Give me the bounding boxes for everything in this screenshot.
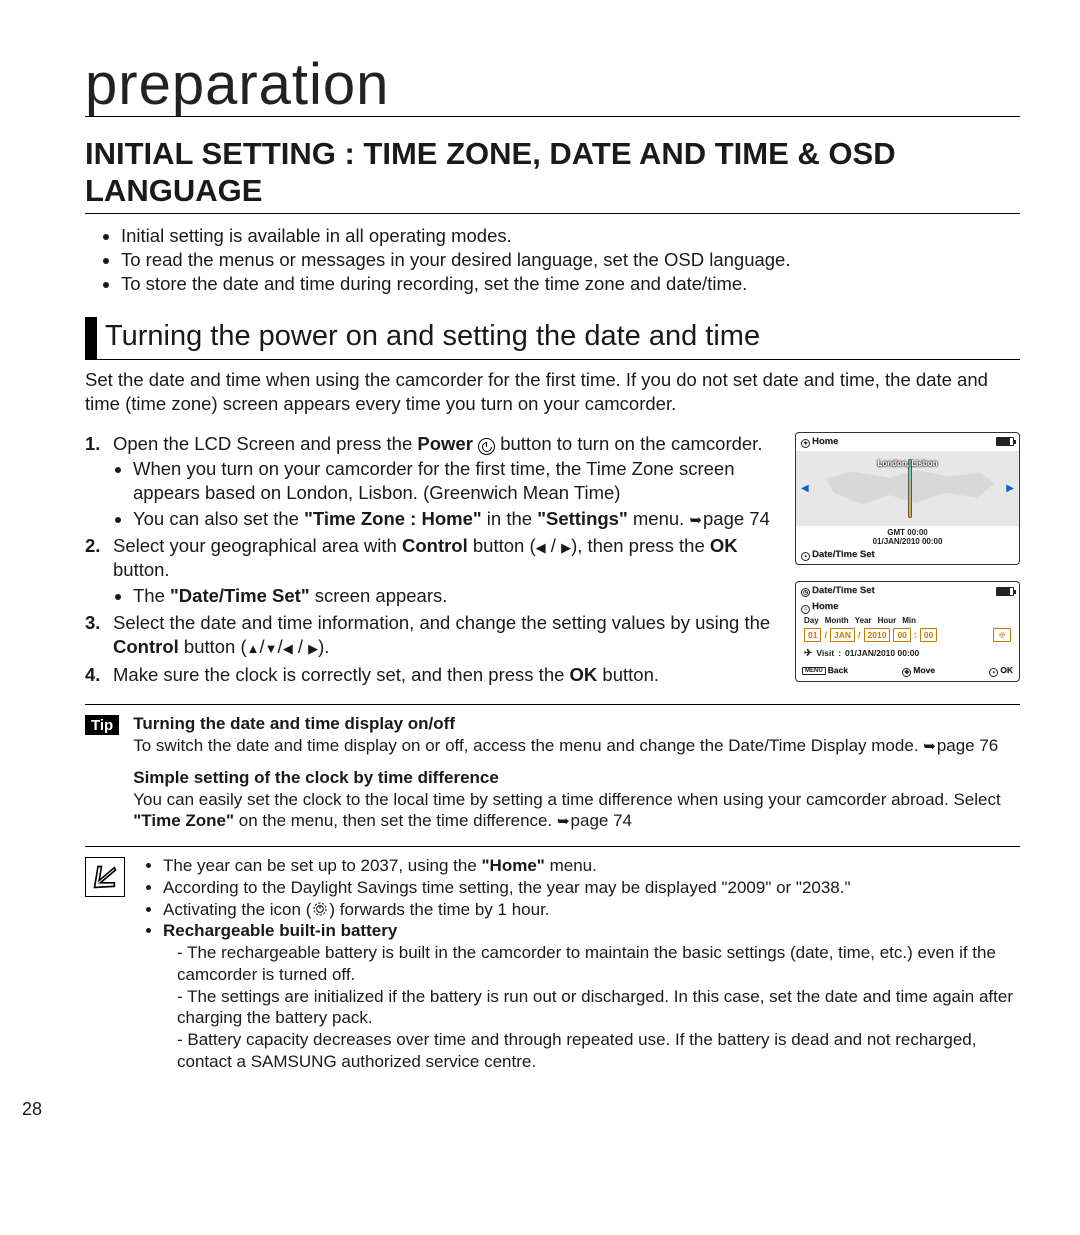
note-item: Rechargeable built-in battery The rechar…: [163, 920, 1020, 1072]
right-triangle-icon: ▶: [561, 540, 571, 557]
field-label: Min: [902, 616, 916, 625]
step-4: Make sure the clock is correctly set, an…: [85, 663, 777, 687]
note-icon: [85, 857, 125, 897]
field-label: Hour: [878, 616, 897, 625]
menu-pill-icon: MENU: [802, 667, 826, 675]
sub-intro: Set the date and time when using the cam…: [85, 368, 1020, 415]
page-ref-icon: [557, 811, 571, 830]
tip-heading: Turning the date and time display on/off: [133, 714, 455, 733]
note-sub: Battery capacity decreases over time and…: [177, 1029, 1020, 1073]
field-label: Month: [825, 616, 849, 625]
field-label: Year: [855, 616, 872, 625]
note-item: The year can be set up to 2037, using th…: [163, 855, 1020, 877]
step-1-sub: You can also set the "Time Zone : Home" …: [133, 507, 777, 531]
note-box: The year can be set up to 2037, using th…: [85, 847, 1020, 1081]
up-triangle-icon: ▲: [247, 641, 260, 658]
field-label: Day: [804, 616, 819, 625]
power-icon: [478, 438, 495, 455]
main-heading: INITIAL SETTING : TIME ZONE, DATE AND TI…: [85, 135, 1020, 214]
note-item: According to the Daylight Savings time s…: [163, 877, 1020, 899]
nav-right-icon: ▶: [1006, 483, 1014, 494]
tip-box: Tip Turning the date and time display on…: [85, 705, 1020, 846]
city-label: London, Lisbon: [878, 459, 938, 468]
battery-icon: [996, 587, 1014, 596]
dst-icon: [993, 628, 1011, 642]
figure-timezone-screen: ✦Home ◀ London, Lisbon ▶ GMT 00:00 01/JA…: [795, 432, 1020, 566]
intro-bullets: Initial setting is available in all oper…: [85, 224, 1020, 295]
dst-icon: [311, 900, 329, 918]
left-triangle-icon: ◀: [536, 540, 546, 557]
step-2-sub: The "Date/Time Set" screen appears.: [133, 584, 777, 608]
tip-badge: Tip: [85, 715, 119, 735]
step-2: Select your geographical area with Contr…: [85, 534, 777, 607]
figure-datetime-screen: ◷Date/Time Set ⌂Home Day Month Year Hour…: [795, 581, 1020, 682]
plane-icon: ✈: [804, 648, 812, 659]
home-icon: ⌂: [801, 605, 810, 614]
right-triangle-icon: ▶: [308, 641, 318, 658]
world-map: ◀ London, Lisbon ▶: [796, 451, 1019, 526]
nav-left-icon: ◀: [801, 483, 809, 494]
step-1-sub: When you turn on your camcorder for the …: [133, 457, 777, 504]
year-field: 2010: [864, 628, 891, 642]
min-field: 00: [920, 628, 937, 642]
month-field: JAN: [830, 628, 855, 642]
battery-icon: [996, 437, 1014, 446]
move-circle-icon: ✥: [902, 668, 911, 677]
step-3: Select the date and time information, an…: [85, 611, 777, 658]
note-item: Activating the icon () forwards the time…: [163, 899, 1020, 921]
date-label: 01/JAN/2010 00:00: [796, 537, 1019, 546]
clock-icon: ◷: [801, 588, 810, 597]
page-number: 28: [22, 1099, 42, 1120]
globe-icon: ✦: [801, 439, 810, 448]
sub-heading: Turning the power on and setting the dat…: [105, 317, 760, 359]
sub-heading-row: Turning the power on and setting the dat…: [85, 317, 1020, 360]
hour-field: 00: [893, 628, 910, 642]
gmt-label: GMT 00:00: [796, 526, 1019, 537]
left-triangle-icon: ◀: [283, 641, 293, 658]
page-ref-icon: [689, 508, 703, 529]
ok-circle-icon: •: [989, 668, 998, 677]
bullet: Initial setting is available in all oper…: [121, 224, 1020, 248]
move-label: Move: [913, 665, 935, 675]
visit-label: Visit: [816, 648, 834, 658]
bullet: To read the menus or messages in your de…: [121, 248, 1020, 272]
bullet: To store the date and time during record…: [121, 272, 1020, 296]
ok-circle-icon: •: [801, 552, 810, 561]
back-label: Back: [828, 665, 848, 675]
tip-heading: Simple setting of the clock by time diff…: [133, 768, 499, 787]
bottom-action: Date/Time Set: [812, 549, 875, 560]
step-1: Open the LCD Screen and press the Power …: [85, 432, 777, 531]
down-triangle-icon: ▼: [265, 641, 278, 658]
note-sub: The settings are initialized if the batt…: [177, 986, 1020, 1030]
chapter-title: preparation: [85, 55, 1020, 117]
note-sub: The rechargeable battery is built in the…: [177, 942, 1020, 986]
page-ref-icon: [923, 736, 937, 755]
visit-value: 01/JAN/2010 00:00: [845, 648, 919, 658]
ok-label: OK: [1000, 665, 1013, 675]
day-field: 01: [804, 628, 821, 642]
